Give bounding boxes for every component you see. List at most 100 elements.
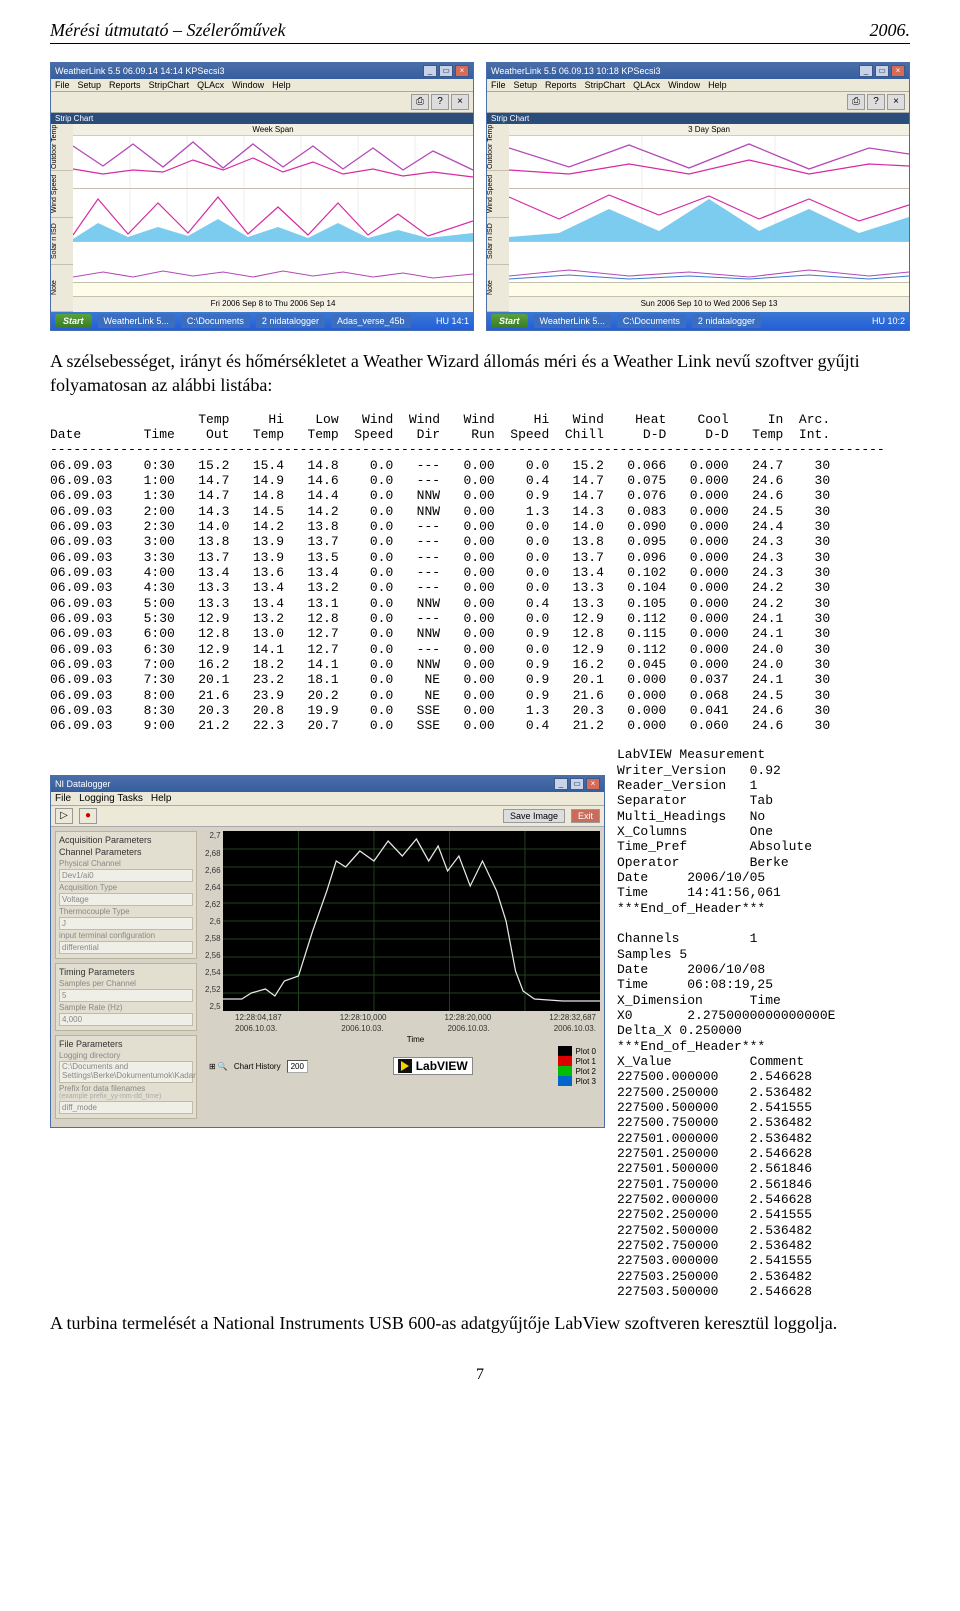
menu-qlacx[interactable]: QLAcx (197, 80, 224, 90)
legend-plot3: Plot 3 (576, 1077, 596, 1086)
ni-menubar[interactable]: File Logging Tasks Help (51, 792, 604, 806)
menu-qlacx[interactable]: QLAcx (633, 80, 660, 90)
voltage-field[interactable]: Voltage (59, 893, 193, 906)
menu-window[interactable]: Window (232, 80, 264, 90)
left-pane-temp (73, 136, 473, 189)
right-title: WeatherLink 5.5 06.09.13 10:18 KPSecsi3 (491, 66, 660, 76)
pane-label-temp: Outdoor Temp (487, 124, 509, 171)
toolbar-printer-icon[interactable]: ⎙ (411, 94, 429, 110)
menu-reports[interactable]: Reports (109, 80, 141, 90)
logdir-field[interactable]: C:\Documents and Settings\Berke\Dokument… (59, 1061, 193, 1083)
taskbar-item[interactable]: WeatherLink 5... (98, 314, 175, 328)
toolbar-close-icon[interactable]: × (451, 94, 469, 110)
menu-setup[interactable]: Setup (78, 80, 102, 90)
taskbar-item[interactable]: Adas_verse_45b (331, 314, 411, 328)
ni-xtick: 2006.10.03. (235, 1024, 277, 1033)
tc-field[interactable]: J (59, 917, 193, 930)
legend-plot2: Plot 2 (576, 1067, 596, 1076)
taskbar-item[interactable]: 2 nidatalogger (692, 314, 761, 328)
ni-ytick: 2,68 (205, 849, 221, 858)
ni-ytick: 2,54 (205, 968, 221, 977)
menu-help[interactable]: Help (708, 80, 727, 90)
prefix-field[interactable]: diff_mode (59, 1101, 193, 1114)
ni-menu-file[interactable]: File (55, 793, 71, 804)
menu-reports[interactable]: Reports (545, 80, 577, 90)
menu-stripchart[interactable]: StripChart (149, 80, 190, 90)
menu-file[interactable]: File (491, 80, 506, 90)
sample-rate-field[interactable]: 4,000 (59, 1013, 193, 1026)
diff-field[interactable]: differential (59, 941, 193, 954)
minimize-icon[interactable]: _ (859, 65, 873, 77)
save-image-button[interactable]: Save Image (503, 809, 565, 823)
menu-window[interactable]: Window (668, 80, 700, 90)
pane-label-note: Note (51, 265, 73, 312)
close-icon[interactable]: × (586, 778, 600, 790)
taskbar-item[interactable]: 2 nidatalogger (256, 314, 325, 328)
ni-titlebar: NI Datalogger _ ▭ × (51, 776, 604, 792)
chart-history-label: Chart History (234, 1062, 281, 1071)
menu-stripchart[interactable]: StripChart (585, 80, 626, 90)
start-button[interactable]: Start (55, 314, 92, 328)
chart-history-value[interactable]: 200 (287, 1060, 308, 1073)
paragraph-2: A turbina termelését a National Instrume… (50, 1311, 910, 1335)
record-icon[interactable]: ● (79, 808, 97, 824)
menu-file[interactable]: File (55, 80, 70, 90)
ni-ytick: 2,62 (205, 900, 221, 909)
labview-measurement-text: LabVIEW Measurement Writer_Version 0.92 … (617, 747, 910, 1299)
samples-field[interactable]: 5 (59, 989, 193, 1002)
ni-xtick: 12:28:10,000 (340, 1013, 387, 1022)
ni-toolbar: ▷ ● Save Image Exit (51, 806, 604, 827)
strip-chart-label: Strip Chart (51, 113, 473, 124)
ni-ytick: 2,66 (205, 866, 221, 875)
toolbar-printer-icon[interactable]: ⎙ (847, 94, 865, 110)
pane-label-temp: Outdoor Temp (51, 124, 73, 171)
menu-setup[interactable]: Setup (514, 80, 538, 90)
left-menubar[interactable]: File Setup Reports StripChart QLAcx Wind… (51, 79, 473, 92)
close-icon[interactable]: × (455, 65, 469, 77)
label-tc-type: Thermocouple Type (59, 907, 193, 916)
label-itc: input terminal configuration (59, 931, 193, 940)
menu-help[interactable]: Help (272, 80, 291, 90)
start-button[interactable]: Start (491, 314, 528, 328)
play-icon[interactable]: ▷ (55, 808, 73, 824)
minimize-icon[interactable]: _ (423, 65, 437, 77)
ni-title: NI Datalogger (55, 779, 111, 789)
left-pane-wind (73, 189, 473, 242)
toolbar-help-icon[interactable]: ? (431, 94, 449, 110)
taskbar-item[interactable]: C:\Documents (181, 314, 250, 328)
pane-label-wind: Wind Speed (487, 171, 509, 218)
toolbar-close-icon[interactable]: × (887, 94, 905, 110)
maximize-icon[interactable]: ▭ (570, 778, 584, 790)
paragraph-1: A szélsebességet, irányt és hőmérséklete… (50, 349, 910, 398)
chart-icons[interactable]: ⊞ 🔍 (209, 1062, 228, 1071)
page-number: 7 (50, 1366, 910, 1384)
label-prefix-sub: (example prefix_yy-mm-dd_time) (59, 1093, 193, 1100)
label-physical-channel: Physical Channel (59, 859, 193, 868)
weatherlink-right-window: WeatherLink 5.5 06.09.13 10:18 KPSecsi3 … (486, 62, 910, 331)
page-header: Mérési útmutató – Szélerőművek 2006. (50, 20, 910, 44)
device-field[interactable]: Dev1/ai0 (59, 869, 193, 882)
ni-ytick: 2,5 (205, 1002, 221, 1011)
ni-menu-logging[interactable]: Logging Tasks (79, 793, 143, 804)
left-taskbar: Start WeatherLink 5... C:\Documents 2 ni… (51, 312, 473, 330)
ni-xtick: 12:28:04,187 (235, 1013, 282, 1022)
plot-legend: Plot 0 Plot 1 Plot 2 Plot 3 (558, 1046, 596, 1086)
right-pane-wind (509, 189, 909, 242)
ni-ytick: 2,6 (205, 917, 221, 926)
maximize-icon[interactable]: ▭ (875, 65, 889, 77)
ni-ytick: 2,7 (205, 831, 221, 840)
exit-button[interactable]: Exit (571, 809, 600, 823)
ni-menu-help[interactable]: Help (151, 793, 172, 804)
left-xaxis: Fri 2006 Sep 8 to Thu 2006 Sep 14 (73, 297, 473, 312)
minimize-icon[interactable]: _ (554, 778, 568, 790)
taskbar-item[interactable]: C:\Documents (617, 314, 686, 328)
maximize-icon[interactable]: ▭ (439, 65, 453, 77)
span-title-left: Week Span (73, 124, 473, 136)
labview-logo: LabVIEW (393, 1057, 473, 1075)
taskbar-item[interactable]: WeatherLink 5... (534, 314, 611, 328)
left-pane-solar (73, 242, 473, 283)
label-samples: Samples per Channel (59, 979, 193, 988)
close-icon[interactable]: × (891, 65, 905, 77)
toolbar-help-icon[interactable]: ? (867, 94, 885, 110)
right-menubar[interactable]: File Setup Reports StripChart QLAcx Wind… (487, 79, 909, 92)
